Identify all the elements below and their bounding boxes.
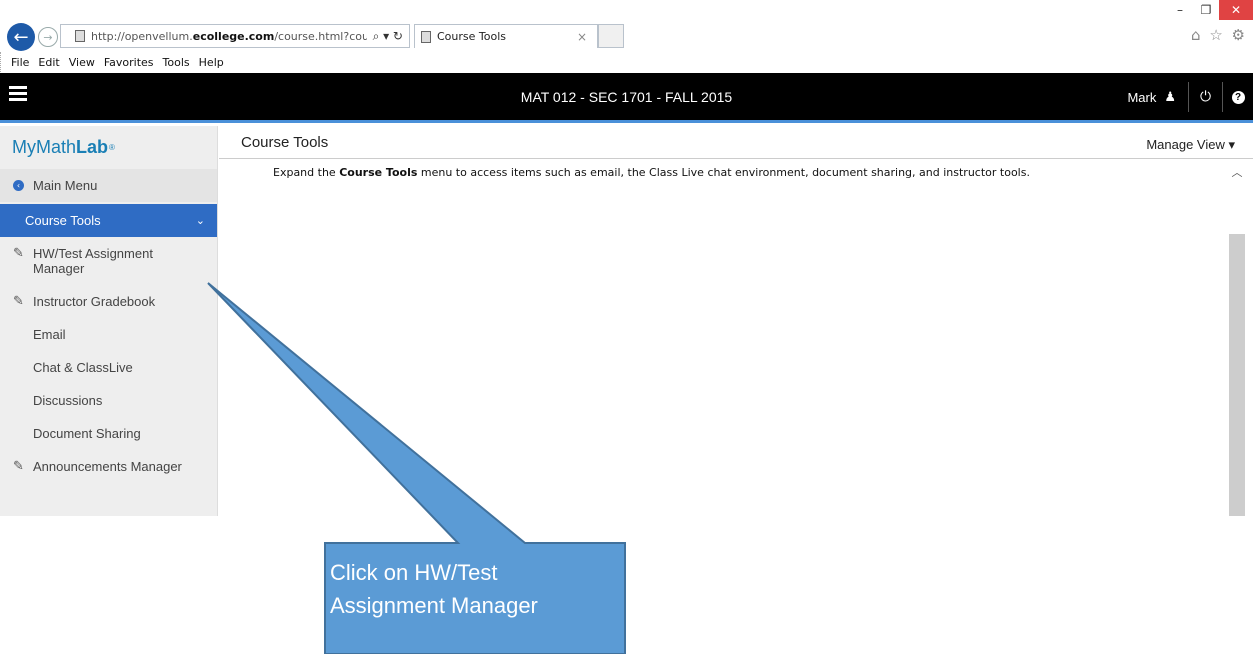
back-button[interactable]: ← (7, 23, 35, 51)
sidebar-item-label: Document Sharing (33, 426, 141, 441)
sidebar-item-main-menu[interactable]: ‹ Main Menu (0, 169, 217, 202)
sidebar-item-label: HW/Test Assignment Manager (33, 246, 153, 276)
arrow-right-icon: → (43, 30, 53, 44)
sidebar-item-hw-test-assignment-manager[interactable]: ✎ HW/Test Assignment Manager (0, 237, 217, 285)
home-star-gear-icons[interactable]: ⌂ ☆ ⚙ (1191, 26, 1247, 44)
menu-view[interactable]: View (69, 56, 95, 69)
tab-close-icon[interactable]: × (577, 30, 597, 44)
address-bar[interactable]: http://openvellum.ecollege.com/course.ht… (60, 24, 410, 48)
sidebar-item-label: Course Tools (25, 213, 101, 228)
intro-text: Expand the Course Tools menu to access i… (273, 166, 1030, 179)
close-window-button[interactable]: ✕ (1219, 0, 1253, 20)
sidebar-item-email[interactable]: Email (0, 318, 217, 351)
sidebar-item-label: Email (33, 327, 66, 342)
sidebar-item-document-sharing[interactable]: Document Sharing (0, 417, 217, 450)
new-tab-button[interactable] (598, 24, 624, 48)
header-actions: Mark ♟ ⏻ ? (1115, 81, 1253, 113)
content-scrollbar[interactable]: ︿ (1229, 160, 1245, 516)
url-text[interactable]: http://openvellum.ecollege.com/course.ht… (91, 30, 367, 43)
minimize-button[interactable]: – (1167, 0, 1193, 20)
restore-button[interactable]: ❐ (1193, 0, 1219, 20)
address-tools[interactable]: ⌕ ▾ ↻ (367, 29, 409, 44)
menu-tools[interactable]: Tools (163, 56, 190, 69)
chevron-down-icon: ⌄ (195, 214, 205, 227)
sidebar-item-label: Chat & ClassLive (33, 360, 133, 375)
sidebar-item-instructor-gradebook[interactable]: ✎ Instructor Gradebook (0, 285, 217, 318)
sidebar-item-course-tools[interactable]: Course Tools ⌄ (0, 204, 217, 237)
course-title: MAT 012 - SEC 1701 - FALL 2015 (520, 89, 733, 105)
help-button[interactable]: ? (1223, 82, 1253, 112)
help-icon: ? (1231, 90, 1245, 104)
user-name: Mark (1127, 89, 1157, 105)
content-header: Course Tools Manage View ▾ (219, 126, 1253, 159)
arrow-left-icon: ← (13, 26, 29, 48)
user-icon: ♟ (1164, 89, 1176, 105)
page-icon (75, 30, 85, 42)
sidebar-item-announcements-manager[interactable]: ✎ Announcements Manager (0, 450, 217, 483)
scroll-up-icon[interactable]: ︿ (1229, 164, 1245, 179)
page-icon (421, 30, 431, 43)
sidebar-item-label: Discussions (33, 393, 103, 408)
menu-help[interactable]: Help (199, 56, 224, 69)
page-title: Course Tools (241, 134, 329, 151)
menu-edit[interactable]: Edit (38, 56, 59, 69)
sidebar-item-label: Announcements Manager (33, 459, 182, 474)
chevron-left-icon: ‹ (13, 180, 24, 191)
content-body: Expand the Course Tools menu to access i… (219, 160, 1229, 516)
sidebar: My Math Lab ® ‹ Main Menu Course Tools ⌄ ✎ … (0, 126, 218, 516)
tool-icon: ✎ (13, 459, 24, 474)
mymathlab-logo: My Math Lab ® (12, 137, 115, 157)
window-controls: – ❐ ✕ (1167, 0, 1253, 22)
sidebar-item-discussions[interactable]: Discussions (0, 384, 217, 417)
sidebar-item-label: Main Menu (33, 178, 98, 193)
tab-course-tools[interactable]: Course Tools × (414, 24, 598, 48)
manage-view-dropdown[interactable]: Manage View ▾ (1146, 137, 1235, 153)
menu-file[interactable]: File (11, 56, 29, 69)
forward-button[interactable]: → (38, 27, 58, 47)
sidebar-item-chat-classlive[interactable]: Chat & ClassLive (0, 351, 217, 384)
sidebar-item-label: Instructor Gradebook (33, 294, 156, 309)
tool-icon: ✎ (13, 246, 24, 261)
tool-icon: ✎ (13, 294, 24, 309)
power-icon[interactable]: ⏻ (1189, 82, 1223, 112)
callout-text: Click on HW/Test Assignment Manager (330, 560, 538, 618)
app-header: MAT 012 - SEC 1701 - FALL 2015 Mark ♟ ⏻ … (0, 73, 1253, 123)
tab-title: Course Tools (437, 30, 506, 43)
browser-toolbar: ← → http://openvellum.ecollege.com/cours… (0, 20, 1253, 52)
scroll-thumb[interactable] (1229, 234, 1245, 516)
menu-favorites[interactable]: Favorites (104, 56, 154, 69)
browser-menubar: File Edit View Favorites Tools Help (0, 52, 1253, 72)
user-menu[interactable]: Mark ♟ (1115, 82, 1189, 112)
